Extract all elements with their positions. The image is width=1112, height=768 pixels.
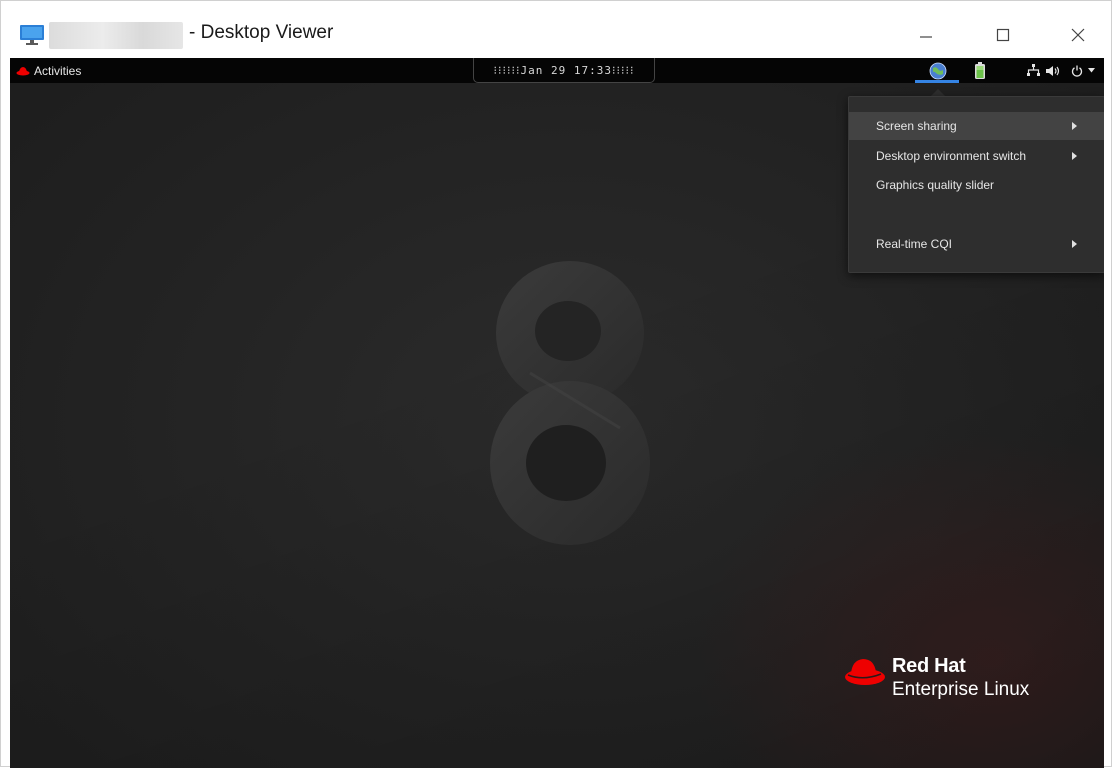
battery-button[interactable] [973,61,987,80]
minimize-button[interactable] [903,15,949,55]
monitor-icon [20,25,44,45]
minimize-icon [920,36,932,38]
network-icon [1026,64,1040,76]
menu-item-real-time-cqi[interactable]: Real-time CQI [849,230,1104,258]
blurred-host-name [49,22,183,49]
chevron-down-icon [1088,68,1095,73]
maximize-icon [996,28,1010,42]
brand-product: Enterprise Linux [892,679,1030,700]
volume-icon [1046,65,1060,76]
window-title: - Desktop Viewer [189,22,334,43]
gnome-topbar: Activities ⁝⁝⁝⁝⁝⁝Jan 29 17:33⁝⁝⁝⁝⁝ [10,58,1104,83]
power-icon [1071,65,1083,77]
submenu-arrow-icon [1072,122,1077,130]
menu-item-label: Desktop environment switch [876,149,1027,163]
menu-item-desktop-environment-switch[interactable]: Desktop environment switch [849,142,1104,170]
menu-item-graphics-quality-slider[interactable]: Graphics quality slider [849,171,1104,199]
citrix-globe-icon [929,62,947,79]
submenu-arrow-icon [1072,152,1077,160]
activities-button[interactable]: Activities [16,62,81,79]
clock-button[interactable]: ⁝⁝⁝⁝⁝⁝Jan 29 17:33⁝⁝⁝⁝⁝ [473,58,655,83]
menu-item-label: Screen sharing [876,119,957,133]
rhel-8-wallpaper-logo [490,261,650,545]
redhat-logo-icon [845,659,885,685]
activities-label: Activities [34,63,82,78]
maximize-button[interactable] [980,15,1026,55]
close-button[interactable] [1055,15,1101,55]
clock-text: ⁝⁝⁝⁝⁝⁝Jan 29 17:33⁝⁝⁝⁝⁝ [493,63,635,77]
volume-button[interactable] [1046,61,1060,80]
desktop-viewer-window: - Desktop Viewer Activities ⁝⁝⁝⁝⁝⁝Jan 29… [0,0,1112,768]
redhat-branding: Red Hat Enterprise Linux [843,655,1073,715]
citrix-dropdown-menu: Screen sharing Desktop environment switc… [848,96,1104,273]
remote-desktop[interactable]: Activities ⁝⁝⁝⁝⁝⁝Jan 29 17:33⁝⁝⁝⁝⁝ Scree… [10,58,1104,768]
brand-name: Red Hat [892,655,966,677]
menu-item-screen-sharing[interactable]: Screen sharing [849,112,1104,140]
menu-item-label: Graphics quality slider [876,178,995,192]
redhat-hat-icon [16,66,30,75]
network-button[interactable] [1026,61,1040,80]
menu-item-label: Real-time CQI [876,237,953,251]
power-menu-button[interactable] [1068,61,1098,80]
battery-icon [975,61,985,79]
window-titlebar[interactable]: - Desktop Viewer [1,1,1111,58]
active-indicator [915,80,959,83]
citrix-globe-button[interactable] [928,61,948,80]
submenu-arrow-icon [1072,240,1077,248]
close-icon [1071,28,1085,42]
